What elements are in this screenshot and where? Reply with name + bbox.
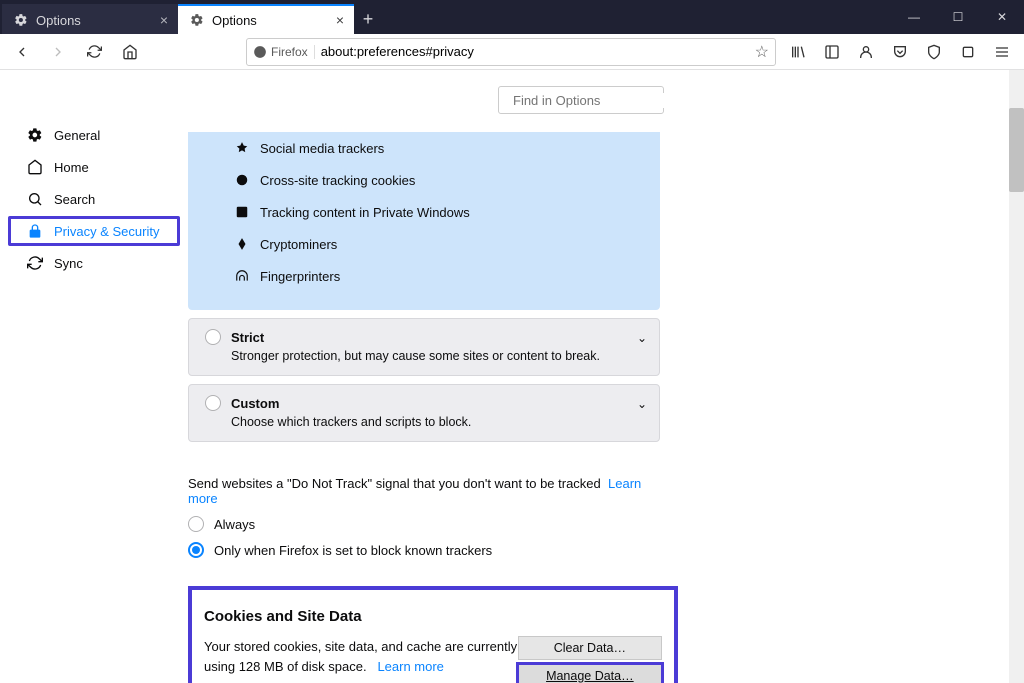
tracker-label: Cryptominers	[260, 237, 337, 252]
chevron-down-icon: ⌄	[637, 397, 647, 411]
window-controls: — ☐ ✕	[892, 0, 1024, 34]
radio-off-icon[interactable]	[188, 516, 204, 532]
url-bar[interactable]: Firefox ☆	[246, 38, 776, 66]
tab-label: Options	[36, 13, 81, 28]
identity-box[interactable]: Firefox	[253, 45, 315, 59]
sidebar-item-label: General	[54, 128, 100, 143]
sync-icon	[26, 254, 44, 272]
radio-off-icon[interactable]	[205, 395, 221, 411]
radio-off-icon[interactable]	[205, 329, 221, 345]
protection-level-strict[interactable]: ⌄ Strict Stronger protection, but may ca…	[188, 318, 660, 376]
do-not-track-section: Send websites a "Do Not Track" signal th…	[188, 476, 660, 558]
protection-level-custom[interactable]: ⌄ Custom Choose which trackers and scrip…	[188, 384, 660, 442]
cookie-learn-more-link[interactable]: Learn more	[377, 659, 443, 674]
fingerprint-icon	[234, 268, 250, 284]
tracker-item-crosssite: Cross-site tracking cookies	[188, 164, 660, 196]
tracker-item-content: Tracking content in Private Windows	[188, 196, 660, 228]
cryptominer-icon	[234, 236, 250, 252]
tab-options-1[interactable]: Options ×	[2, 4, 178, 34]
lock-icon	[26, 222, 44, 240]
home-icon	[26, 158, 44, 176]
bookmark-star-icon[interactable]: ☆	[755, 42, 769, 62]
section-title: Cookies and Site Data	[204, 608, 662, 625]
dnt-option-only-known[interactable]: Only when Firefox is set to block known …	[188, 542, 660, 558]
chevron-down-icon: ⌄	[637, 331, 647, 345]
nav-toolbar: Firefox ☆	[0, 34, 1024, 70]
dnt-label: Only when Firefox is set to block known …	[214, 543, 492, 558]
gear-icon	[26, 126, 44, 144]
tracker-item-fingerprint: Fingerprinters	[188, 260, 660, 292]
cookie-icon	[234, 172, 250, 188]
main-content: Social media trackers Cross-site trackin…	[188, 70, 1024, 683]
sidebar-item-label: Sync	[54, 256, 83, 271]
tab-label: Options	[212, 13, 257, 28]
shield-icon[interactable]	[920, 38, 948, 66]
minimize-button[interactable]: —	[892, 0, 936, 34]
tracker-label: Fingerprinters	[260, 269, 340, 284]
sidebar-item-sync[interactable]: Sync	[8, 248, 180, 278]
tracker-item-social: Social media trackers	[188, 132, 660, 164]
clear-data-button[interactable]: Clear Data…	[518, 636, 662, 660]
new-tab-button[interactable]: +	[354, 4, 382, 34]
close-icon[interactable]: ×	[336, 12, 344, 28]
find-input[interactable]	[513, 93, 689, 108]
tracking-content-icon	[234, 204, 250, 220]
firefox-icon	[253, 45, 267, 59]
gear-icon	[188, 11, 206, 29]
sidebar-item-search[interactable]: Search	[8, 184, 180, 214]
search-icon	[26, 190, 44, 208]
close-window-button[interactable]: ✕	[980, 0, 1024, 34]
social-tracker-icon	[234, 140, 250, 156]
radio-on-icon[interactable]	[188, 542, 204, 558]
reload-button[interactable]	[80, 38, 108, 66]
level-desc: Stronger protection, but may cause some …	[231, 349, 623, 363]
cookies-site-data-section: Cookies and Site Data Your stored cookie…	[188, 586, 678, 683]
dnt-label: Always	[214, 517, 255, 532]
tracker-label: Cross-site tracking cookies	[260, 173, 415, 188]
cookie-storage-text: Your stored cookies, site data, and cach…	[204, 639, 517, 674]
sidebar-item-home[interactable]: Home	[8, 152, 180, 182]
find-in-options[interactable]	[498, 86, 664, 114]
titlebar: Options × Options × + — ☐ ✕	[0, 0, 1024, 34]
menu-button[interactable]	[988, 38, 1016, 66]
manage-data-button[interactable]: Manage Data…	[518, 664, 662, 683]
sidebar-item-privacy[interactable]: Privacy & Security	[8, 216, 180, 246]
sidebar-item-label: Privacy & Security	[54, 224, 159, 239]
close-icon[interactable]: ×	[160, 12, 168, 28]
preferences-sidebar: General Home Search Privacy & Security S…	[0, 70, 188, 683]
forward-button[interactable]	[44, 38, 72, 66]
sidebar-item-label: Search	[54, 192, 95, 207]
sidebar-icon[interactable]	[818, 38, 846, 66]
gear-icon	[12, 11, 30, 29]
level-desc: Choose which trackers and scripts to blo…	[231, 415, 623, 429]
dnt-option-always[interactable]: Always	[188, 516, 660, 532]
sidebar-item-general[interactable]: General	[8, 120, 180, 150]
home-button[interactable]	[116, 38, 144, 66]
pocket-icon[interactable]	[886, 38, 914, 66]
identity-label: Firefox	[271, 45, 308, 59]
dnt-text: Send websites a "Do Not Track" signal th…	[188, 476, 601, 491]
extension-icon[interactable]	[954, 38, 982, 66]
url-input[interactable]	[321, 44, 749, 59]
scrollbar-thumb[interactable]	[1009, 108, 1024, 192]
back-button[interactable]	[8, 38, 36, 66]
tab-options-2[interactable]: Options ×	[178, 4, 354, 34]
level-title: Strict	[231, 330, 264, 345]
tracker-label: Tracking content in Private Windows	[260, 205, 470, 220]
maximize-button[interactable]: ☐	[936, 0, 980, 34]
standard-protection-box: Social media trackers Cross-site trackin…	[188, 132, 660, 310]
tracker-label: Social media trackers	[260, 141, 384, 156]
level-title: Custom	[231, 396, 279, 411]
account-icon[interactable]	[852, 38, 880, 66]
tracker-item-crypto: Cryptominers	[188, 228, 660, 260]
library-icon[interactable]	[784, 38, 812, 66]
sidebar-item-label: Home	[54, 160, 89, 175]
